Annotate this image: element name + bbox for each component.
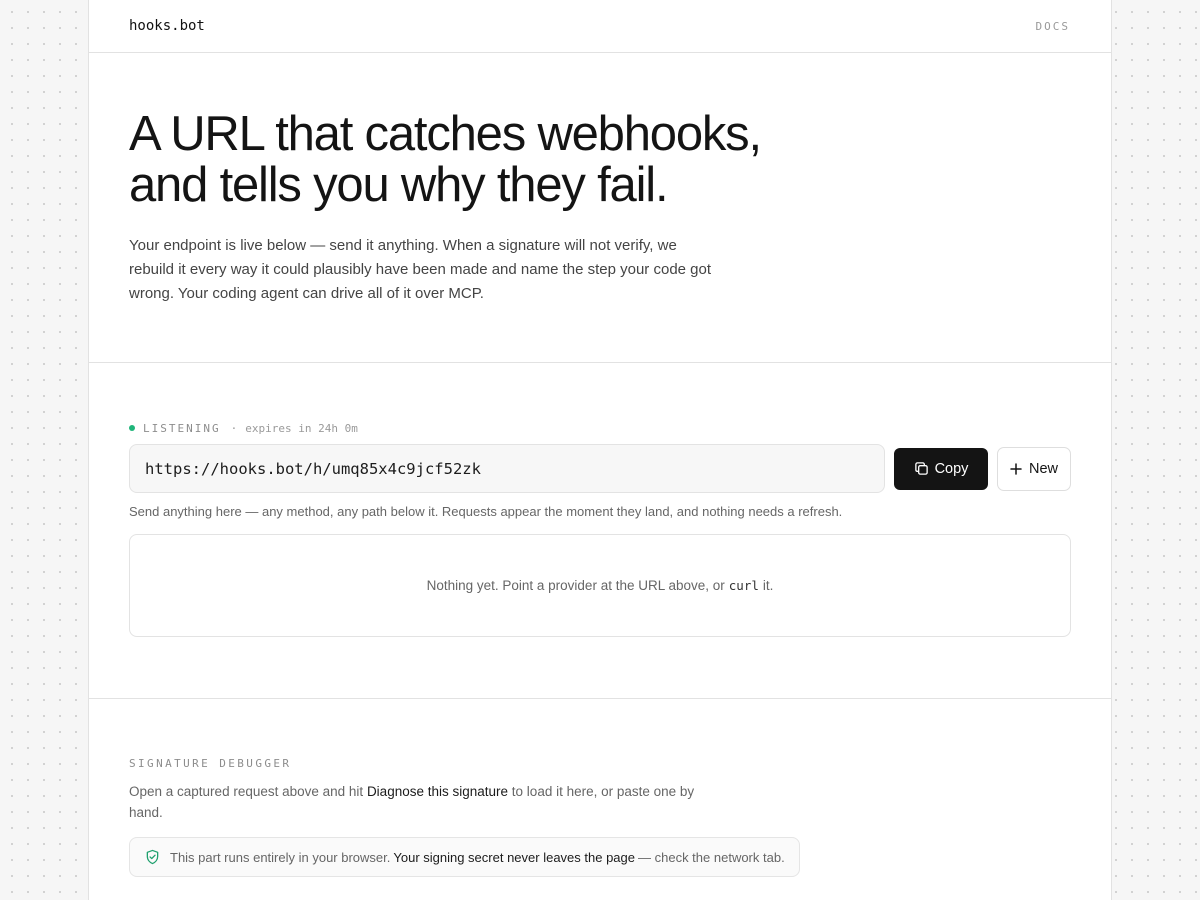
desc-text: Open a captured request above and hit: [129, 784, 364, 799]
page-frame: hooks.bot DOCS A URL that catches webhoo…: [88, 0, 1112, 900]
debugger-description: Open a captured request above and hit Di…: [129, 781, 719, 823]
docs-link[interactable]: DOCS: [1036, 20, 1071, 33]
status-separator: ·: [230, 421, 238, 435]
hero-section: A URL that catches webhooks, and tells y…: [89, 53, 1111, 363]
notice-text-end: — check the network tab.: [638, 849, 785, 865]
hero-title-line-1: A URL that catches webhooks,: [129, 107, 762, 161]
copy-button-label: Copy: [934, 460, 969, 477]
new-endpoint-button[interactable]: New: [997, 446, 1071, 491]
copy-icon: [914, 462, 928, 475]
hero-description: Your endpoint is live below — send it an…: [129, 237, 712, 302]
shield-check-icon: [146, 849, 159, 865]
empty-state-text: Nothing yet. Point a provider at the URL…: [426, 578, 725, 593]
diagnose-action-name: Diagnose this signature: [366, 784, 509, 799]
endpoint-hint: Send anything here — any method, any pat…: [129, 504, 843, 519]
empty-state-text-end: it.: [762, 578, 774, 593]
plus-icon: [1010, 462, 1022, 475]
curl-code: curl: [728, 578, 759, 593]
endpoint-section: LISTENING · expires in 24h 0m Copy New S…: [89, 363, 1111, 699]
expiry-text: expires in 24h 0m: [245, 421, 358, 435]
notice-text: This part runs entirely in your browser.: [170, 849, 391, 865]
url-row: Copy New: [129, 444, 1071, 493]
hero-title-line-2: and tells you why they fail.: [129, 158, 669, 212]
notice-emphasis: Your signing secret never leaves the pag…: [393, 849, 635, 865]
requests-empty-state: Nothing yet. Point a provider at the URL…: [129, 534, 1071, 637]
privacy-notice: This part runs entirely in your browser.…: [129, 837, 800, 877]
section-label: SIGNATURE DEBUGGER: [129, 757, 292, 770]
status-dot-icon: [129, 425, 135, 431]
hero-title: A URL that catches webhooks, and tells y…: [129, 109, 1071, 211]
listening-status: LISTENING · expires in 24h 0m: [129, 421, 1071, 435]
brand-logo[interactable]: hooks.bot: [129, 18, 205, 34]
signature-debugger-section: SIGNATURE DEBUGGER Open a captured reque…: [89, 699, 1111, 877]
status-label: LISTENING: [143, 421, 221, 435]
endpoint-url-input[interactable]: [129, 444, 885, 493]
new-button-label: New: [1028, 460, 1058, 477]
top-bar: hooks.bot DOCS: [89, 0, 1111, 53]
copy-button[interactable]: Copy: [894, 447, 988, 490]
